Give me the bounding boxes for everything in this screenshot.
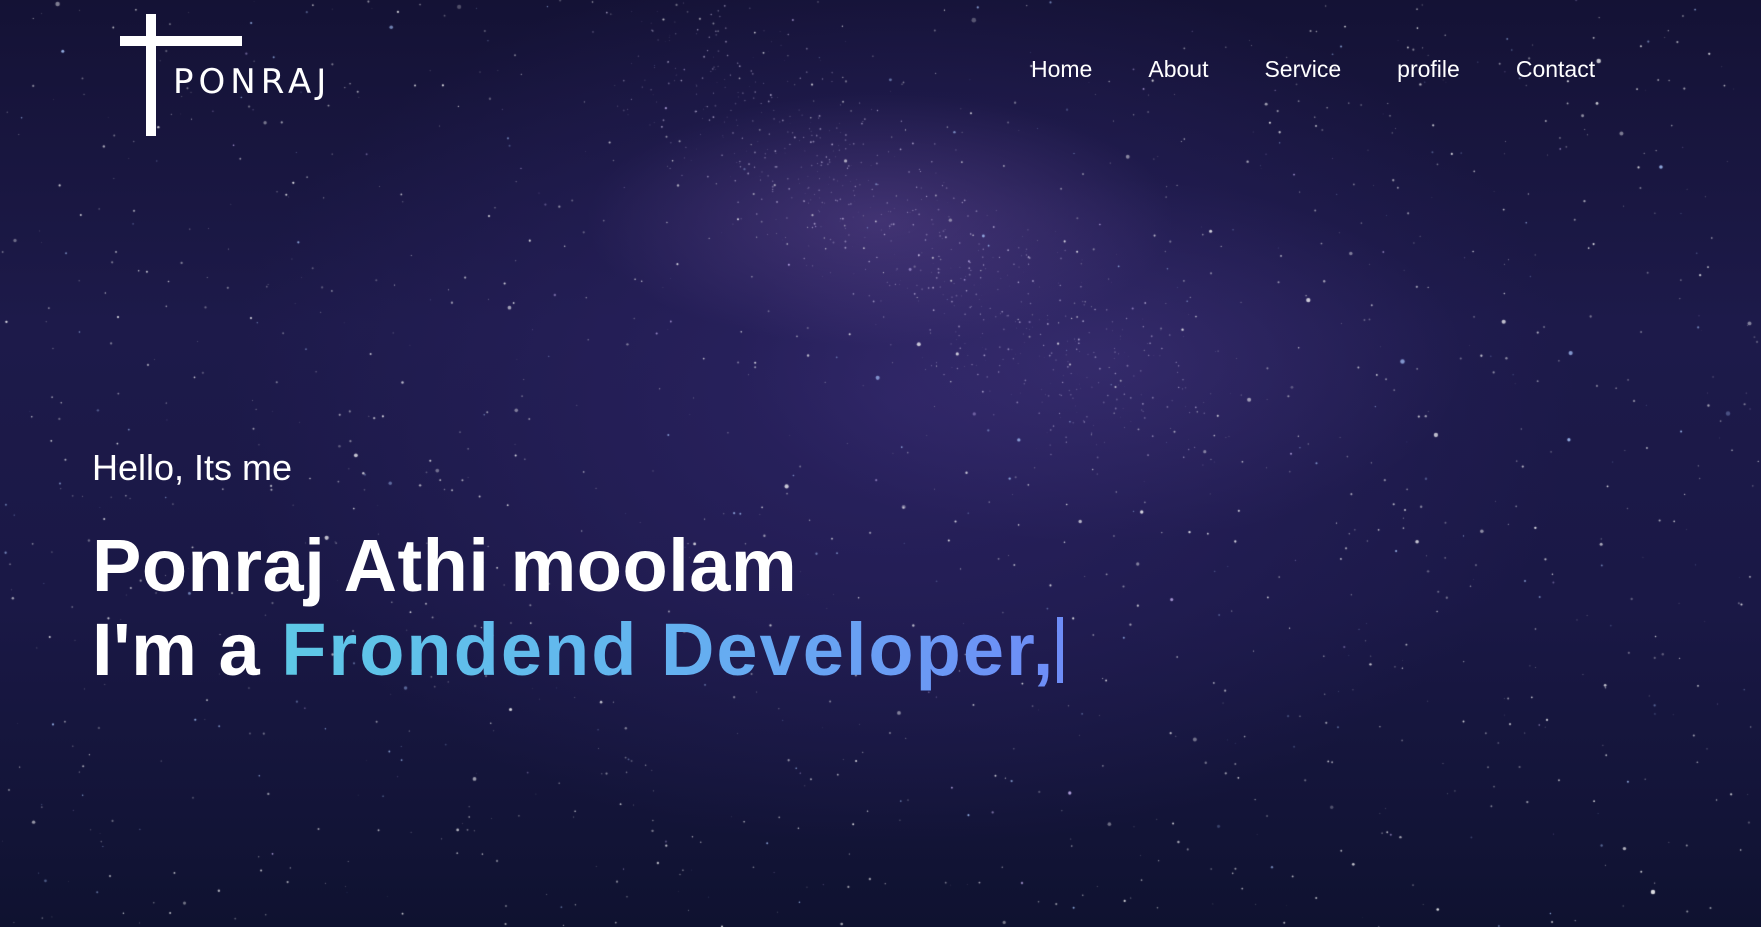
nav-profile[interactable]: profile xyxy=(1397,56,1460,83)
nav-about[interactable]: About xyxy=(1148,56,1208,83)
nav-home[interactable]: Home xyxy=(1031,56,1092,83)
logo-cross-horizontal xyxy=(120,36,242,46)
hero-section: Hello, Its me Ponraj Athi moolam I'm a F… xyxy=(92,447,1064,692)
main-nav: Home About Service profile Contact xyxy=(1031,56,1595,83)
typing-cursor xyxy=(1057,617,1064,683)
logo[interactable]: PONRAJ xyxy=(120,14,350,136)
nav-service[interactable]: Service xyxy=(1264,56,1341,83)
hero-role-typed: Frondend Developer, xyxy=(281,608,1056,691)
nav-contact[interactable]: Contact xyxy=(1516,56,1595,83)
hero-role: I'm a Frondend Developer, xyxy=(92,608,1064,692)
logo-text: PONRAJ xyxy=(173,62,332,102)
hero-name: Ponraj Athi moolam xyxy=(92,524,798,607)
hero-greeting: Hello, Its me xyxy=(92,447,293,488)
hero-role-prefix: I'm a xyxy=(92,608,282,691)
logo-cross-vertical xyxy=(146,14,156,136)
